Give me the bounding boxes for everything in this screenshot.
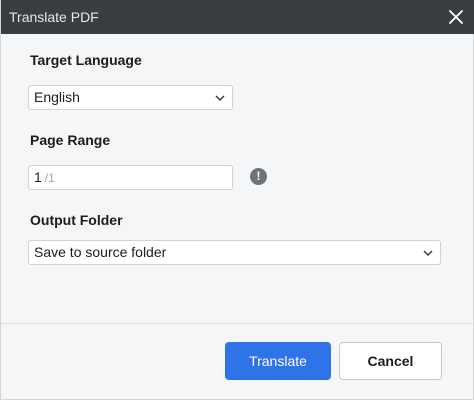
output-folder-label: Output Folder	[30, 212, 123, 228]
page-range-input[interactable]: 1/1	[28, 165, 233, 190]
page-range-total: /1	[44, 171, 55, 185]
page-range-value: 1	[34, 169, 42, 185]
dialog-title: Translate PDF	[9, 9, 99, 25]
cancel-button[interactable]: Cancel	[339, 342, 442, 380]
translate-pdf-dialog: Translate PDF Target Language English Pa…	[0, 0, 474, 400]
info-icon[interactable]: !	[250, 168, 267, 185]
chevron-down-icon	[215, 95, 225, 101]
chevron-down-icon	[423, 250, 433, 256]
target-language-select[interactable]: English	[28, 85, 233, 110]
close-icon	[449, 10, 463, 24]
target-language-label: Target Language	[30, 52, 142, 68]
title-bar: Translate PDF	[1, 0, 474, 34]
target-language-value: English	[34, 89, 80, 105]
output-folder-value: Save to source folder	[34, 244, 167, 260]
translate-button[interactable]: Translate	[225, 342, 331, 380]
output-folder-select[interactable]: Save to source folder	[28, 240, 441, 265]
footer-divider	[1, 323, 474, 324]
page-range-label: Page Range	[30, 132, 111, 148]
close-button[interactable]	[445, 6, 467, 28]
